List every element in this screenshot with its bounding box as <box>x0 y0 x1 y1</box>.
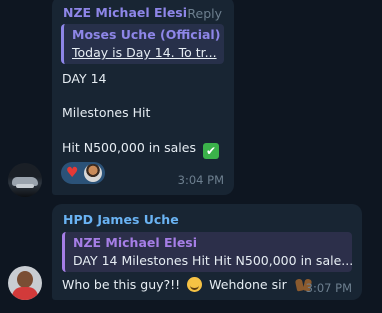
sender-name[interactable]: HPD James Uche <box>63 212 179 227</box>
message-line-3: Hit N500,000 in sales ✔ <box>62 140 219 159</box>
heart-icon: ♥ <box>66 165 79 181</box>
message-time: 3:04 PM <box>177 173 224 187</box>
message-text-after: Wehdone sir <box>209 277 287 292</box>
check-mark-icon: ✔ <box>202 143 219 159</box>
quote-text: DAY 14 Milestones Hit Hit N500,000 in sa… <box>73 253 352 268</box>
message-line-1: DAY 14 <box>62 71 107 86</box>
grinning-sweat-emoji-icon <box>187 277 203 292</box>
reaction-pill[interactable]: ♥ <box>61 162 105 184</box>
quote-author: NZE Michael Elesi <box>73 235 198 250</box>
chat-history: NZE Michael Elesi Reply Moses Uche (Offi… <box>0 0 382 313</box>
message-bubble-2[interactable]: HPD James Uche NZE Michael Elesi DAY 14 … <box>52 204 362 300</box>
reply-button[interactable]: Reply <box>187 6 222 21</box>
message-text-before: Who be this guy?!! <box>62 277 181 292</box>
message-bubble-1[interactable]: NZE Michael Elesi Reply Moses Uche (Offi… <box>52 0 234 195</box>
message-time: 3:07 PM <box>305 281 352 295</box>
reply-quote[interactable]: NZE Michael Elesi DAY 14 Milestones Hit … <box>62 232 352 272</box>
reactor-avatar <box>84 164 102 182</box>
quote-author: Moses Uche (Official) <box>72 27 221 42</box>
sender-name[interactable]: NZE Michael Elesi <box>63 5 187 20</box>
message-text: Who be this guy?!! Wehdone sir <box>62 277 313 292</box>
message-line-2: Milestones Hit <box>62 105 151 120</box>
reply-quote[interactable]: Moses Uche (Official) Today is Day 14. T… <box>61 24 224 64</box>
sender-avatar-car[interactable] <box>8 163 42 197</box>
quote-text: Today is Day 14. To tr... <box>72 45 217 60</box>
sender-avatar-person[interactable] <box>8 266 42 300</box>
message-line-3-text: Hit N500,000 in sales <box>62 140 196 155</box>
